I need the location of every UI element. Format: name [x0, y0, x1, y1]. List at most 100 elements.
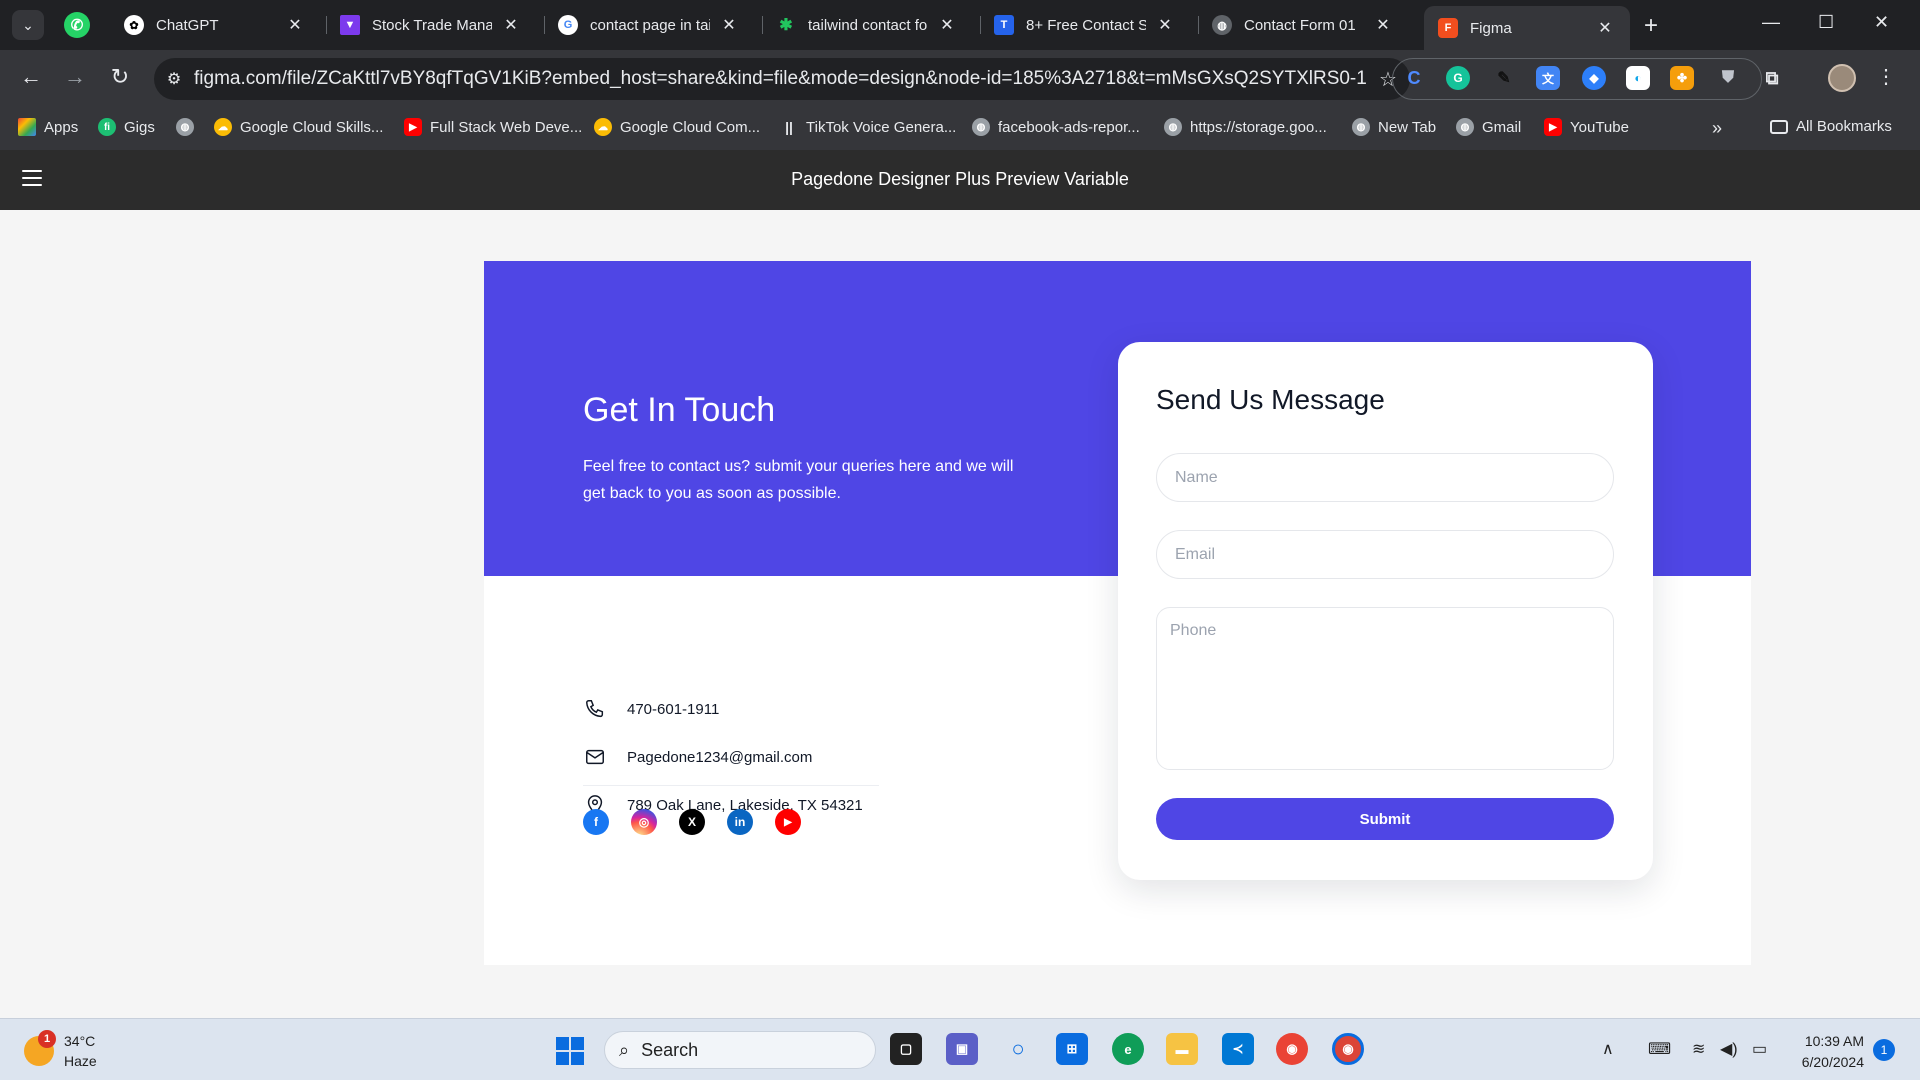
browser-menu-button[interactable]: ⋮ [1876, 64, 1896, 89]
task-view-icon[interactable]: ▢ [890, 1033, 922, 1065]
pen-extension-icon[interactable]: ✎ [1492, 66, 1516, 90]
wifi-icon[interactable]: ≋ [1692, 1039, 1705, 1059]
youtube-icon[interactable]: ▶ [775, 809, 801, 835]
tailwind-icon: ✱ [779, 17, 793, 34]
weather-widget[interactable]: 1 34°C Haze [24, 1030, 97, 1071]
address-bar[interactable]: ⚙ figma.com/file/ZCaKttl7vBY8qfTqGV1KiB?… [154, 58, 1410, 100]
tab-search-button[interactable]: ⌄ [12, 10, 44, 40]
close-tab-icon[interactable]: ✕ [936, 15, 958, 35]
profile-avatar[interactable] [1828, 64, 1856, 92]
close-tab-icon[interactable]: ✕ [500, 15, 522, 35]
close-tab-icon[interactable]: ✕ [1154, 15, 1176, 35]
tab-stock-trade[interactable]: ▼ Stock Trade Manage ✕ [326, 8, 536, 42]
close-window-button[interactable]: ✕ [1874, 12, 1889, 33]
divider [583, 785, 879, 786]
fiverr-icon: fi [98, 118, 116, 136]
taskbar-clock[interactable]: 10:39 AM 6/20/2024 [1788, 1031, 1864, 1073]
extension-loop-icon[interactable]: ◐ [1626, 66, 1650, 90]
tab-figma[interactable]: F Figma ✕ [1424, 6, 1630, 50]
bookmark-new-tab[interactable]: ◍ New Tab [1352, 118, 1436, 136]
bookmark-gmail[interactable]: ◍ Gmail [1456, 118, 1521, 136]
shield-icon[interactable]: ⛊ [1716, 66, 1740, 90]
all-bookmarks[interactable]: All Bookmarks [1770, 118, 1892, 135]
name-input[interactable] [1156, 453, 1614, 502]
close-tab-icon[interactable]: ✕ [1594, 18, 1616, 38]
cortana-icon[interactable]: ○ [1002, 1033, 1034, 1065]
figma-canvas[interactable]: Get In Touch Feel free to contact us? su… [0, 210, 1920, 1018]
vscode-icon[interactable]: ≺ [1222, 1033, 1254, 1065]
grammarly-icon[interactable]: G [1446, 66, 1470, 90]
bookmark-label: All Bookmarks [1796, 118, 1892, 135]
site-info-icon[interactable]: ⚙ [154, 69, 194, 89]
weather-condition: Haze [64, 1053, 97, 1069]
extensions-puzzle-icon[interactable]: ⧉ [1760, 66, 1784, 90]
browser-tab-strip: ⌄ ✆ ✿ ChatGPT ✕ ▼ Stock Trade Manage ✕ G… [0, 0, 1920, 50]
instagram-icon[interactable]: ◎ [631, 809, 657, 835]
maximize-button[interactable]: ☐ [1818, 12, 1834, 33]
tab-tailwind-contact[interactable]: ✱ tailwind contact for ✕ [762, 8, 972, 42]
translate-icon[interactable]: 文 [1536, 66, 1560, 90]
bookmark-gigs[interactable]: fi Gigs [98, 118, 155, 136]
submit-button[interactable]: Submit [1156, 798, 1614, 840]
bookmark-full-stack[interactable]: ▶ Full Stack Web Deve... [404, 118, 582, 136]
chrome-profile-icon[interactable]: ◉ [1332, 1033, 1364, 1065]
url-text[interactable]: figma.com/file/ZCaKttl7vBY8qfTqGV1KiB?em… [194, 68, 1366, 90]
bookmark-apps[interactable]: Apps [18, 118, 78, 136]
tab-chatgpt[interactable]: ✿ ChatGPT ✕ [110, 8, 320, 42]
volume-icon[interactable]: ◀) [1720, 1039, 1738, 1059]
bookmark-globe[interactable]: ◍ [176, 118, 202, 136]
keyboard-icon[interactable]: ⌨ [1648, 1039, 1671, 1059]
taskbar-search[interactable]: ⌕ Search [604, 1031, 876, 1069]
reload-button[interactable]: ↻ [105, 64, 135, 90]
facebook-icon[interactable]: f [583, 809, 609, 835]
tab-title: Figma [1470, 19, 1512, 37]
youtube-icon: ▶ [404, 118, 422, 136]
back-button[interactable]: ← [16, 64, 46, 90]
weather-sun-icon: 1 [24, 1030, 56, 1066]
bookmark-google-cloud-com[interactable]: ☁ Google Cloud Com... [594, 118, 760, 136]
minimize-button[interactable]: — [1762, 12, 1780, 33]
store-icon[interactable]: ⊞ [1056, 1033, 1088, 1065]
form-title: Send Us Message [1156, 384, 1385, 415]
contact-frame[interactable]: Get In Touch Feel free to contact us? su… [484, 261, 1751, 965]
bookmark-label: TikTok Voice Genera... [806, 118, 957, 136]
edge-icon[interactable]: e [1112, 1033, 1144, 1065]
bookmark-storage[interactable]: ◍ https://storage.goo... [1164, 118, 1327, 136]
search-icon: ⌕ [619, 1039, 630, 1060]
tab-free-contact[interactable]: T 8+ Free Contact Se ✕ [980, 8, 1190, 42]
extension-honey-icon[interactable]: ✤ [1670, 66, 1694, 90]
figma-icon: F [1438, 18, 1458, 38]
bookmark-tiktok-voice[interactable]: || TikTok Voice Genera... [780, 118, 956, 136]
phone-textarea[interactable] [1156, 607, 1614, 770]
teams-icon[interactable]: ▣ [946, 1033, 978, 1065]
phone-icon [583, 697, 607, 721]
close-tab-icon[interactable]: ✕ [284, 15, 306, 35]
close-tab-icon[interactable]: ✕ [1372, 15, 1394, 35]
bookmark-youtube[interactable]: ▶ YouTube [1544, 118, 1629, 136]
file-explorer-icon[interactable]: ▬ [1166, 1033, 1198, 1065]
tab-contact-page-search[interactable]: G contact page in tail ✕ [544, 8, 754, 42]
globe-icon: ◍ [1456, 118, 1474, 136]
extension-drop-icon[interactable]: ◆ [1582, 66, 1606, 90]
new-tab-button[interactable]: + [1644, 12, 1658, 40]
globe-icon: ◍ [1164, 118, 1182, 136]
x-twitter-icon[interactable]: X [679, 809, 705, 835]
battery-icon[interactable]: ▭ [1752, 1039, 1767, 1059]
linkedin-icon[interactable]: in [727, 809, 753, 835]
notification-badge[interactable]: 1 [1873, 1039, 1895, 1061]
tab-contact-form-01[interactable]: ◍ Contact Form 01 ✕ [1198, 8, 1408, 42]
windows-start-icon[interactable] [556, 1037, 584, 1065]
chrome-icon[interactable]: ◉ [1276, 1033, 1308, 1065]
forward-button[interactable]: → [60, 64, 90, 90]
extension-c-icon[interactable]: C [1402, 66, 1426, 90]
bookmark-label: Gigs [124, 118, 155, 136]
bookmark-google-cloud-skills[interactable]: ☁ Google Cloud Skills... [214, 118, 383, 136]
close-tab-icon[interactable]: ✕ [718, 15, 740, 35]
bookmarks-overflow-button[interactable]: » [1712, 118, 1722, 139]
whatsapp-pinned-tab[interactable]: ✆ [64, 12, 90, 38]
youtube-icon: ▶ [1544, 118, 1562, 136]
bookmark-facebook-ads[interactable]: ◍ facebook-ads-repor... [972, 118, 1140, 136]
email-input[interactable] [1156, 530, 1614, 579]
apps-grid-icon [18, 118, 36, 136]
chevron-up-icon[interactable]: ∧ [1602, 1039, 1614, 1059]
